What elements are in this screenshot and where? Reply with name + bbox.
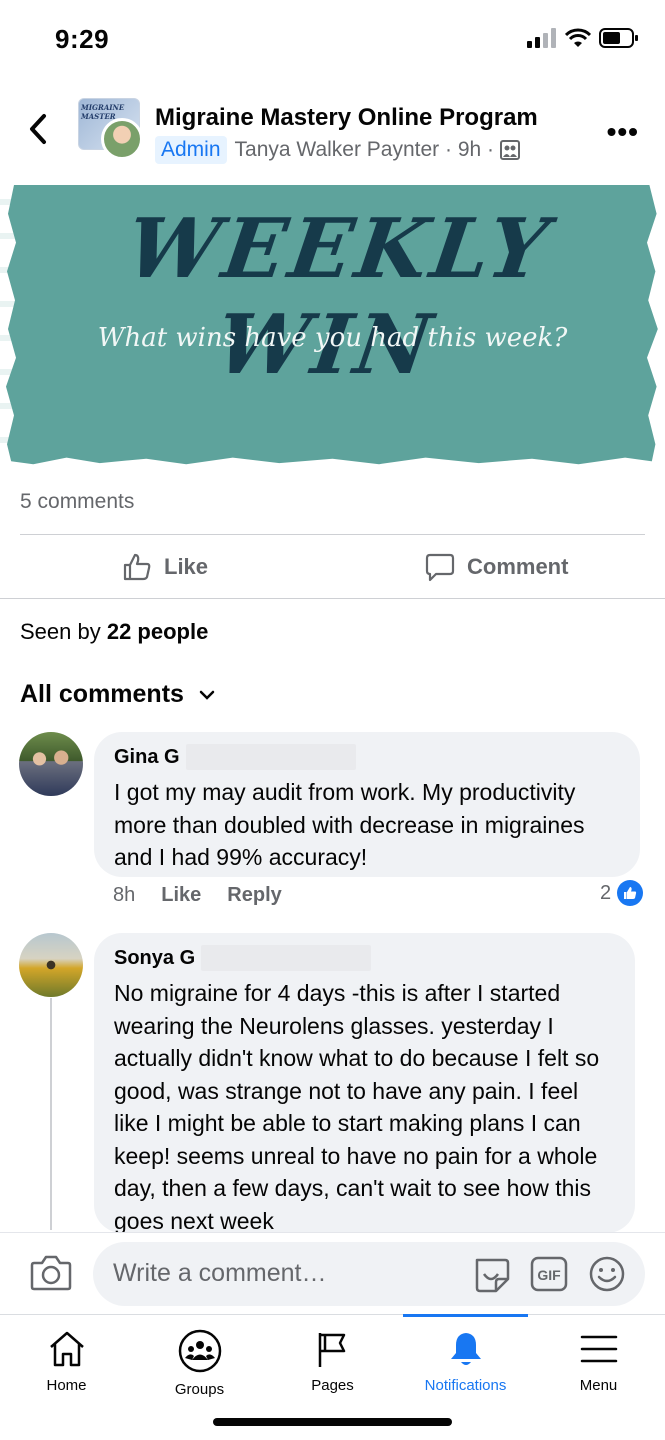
cellular-signal-icon (527, 28, 556, 48)
back-icon[interactable] (26, 112, 50, 146)
thread-line (50, 998, 52, 1230)
home-indicator (213, 1418, 452, 1426)
svg-text:GIF: GIF (537, 1267, 561, 1283)
comment-text: I got my may audit from work. My product… (114, 779, 585, 870)
post-meta: Admin Tanya Walker Paynter · 9h · (155, 136, 520, 164)
tab-label: Home (46, 1377, 87, 1394)
active-tab-indicator (403, 1314, 528, 1317)
tab-label: Notifications (424, 1377, 507, 1394)
comment-bubble[interactable]: Gina G I got my may audit from work. My … (94, 732, 640, 877)
tab-notifications[interactable]: Notifications (399, 1314, 532, 1394)
reaction-count: 2 (600, 881, 612, 904)
redacted-block (185, 744, 356, 770)
home-icon (49, 1331, 84, 1367)
tab-label: Groups (174, 1381, 225, 1398)
emoji-icon[interactable] (587, 1254, 627, 1294)
comment-time: 8h (113, 884, 136, 906)
chevron-down-icon (199, 690, 215, 700)
groups-icon (178, 1329, 221, 1373)
thumbs-up-icon (123, 553, 151, 581)
camera-icon[interactable] (30, 1253, 72, 1293)
comment-bubble-icon (425, 553, 455, 582)
commenter-name[interactable]: Gina G (114, 744, 620, 770)
status-bar: 9:29 (0, 0, 665, 80)
like-button[interactable]: Like (122, 552, 208, 582)
comment-label: Comment (467, 554, 569, 579)
post-actions: Like Comment (0, 536, 665, 598)
banner-subline: What wins have you had this week? (97, 323, 568, 353)
tab-pages[interactable]: Pages (266, 1329, 399, 1394)
comment-reply-button[interactable]: Reply (227, 884, 281, 907)
commenter-avatar[interactable] (19, 732, 83, 796)
group-title[interactable]: Migraine Mastery Online Program (155, 104, 538, 132)
author-avatar[interactable] (101, 118, 143, 160)
post-header: MIGRAINE MASTER Migraine Mastery Online … (0, 90, 665, 180)
like-label: Like (164, 554, 209, 579)
comment-bubble[interactable]: Sonya G No migraine for 4 days -this is … (94, 933, 635, 1234)
comments-filter[interactable]: All comments (20, 680, 216, 709)
comment-button[interactable]: Comment (425, 552, 568, 582)
seen-by[interactable]: Seen by 22 people (20, 619, 208, 645)
divider (0, 598, 665, 599)
comment-reactions[interactable]: 2 (600, 880, 644, 906)
flag-icon (318, 1333, 345, 1367)
comment-input-placeholder: Write a comment… (113, 1259, 327, 1287)
post-image[interactable]: WEEKLY WIN What wins have you had this w… (0, 185, 665, 473)
avatar-sticker-icon[interactable] (471, 1254, 511, 1294)
more-options-icon[interactable]: ••• (607, 116, 639, 148)
comment-text: No migraine for 4 days -this is after I … (114, 980, 600, 1234)
banner-headline: WEEKLY WIN (120, 201, 558, 393)
comments-filter-label: All comments (20, 680, 184, 708)
commenter-avatar[interactable] (19, 933, 83, 997)
redacted-block (201, 945, 372, 971)
tab-label: Menu (579, 1377, 618, 1394)
seen-count: 22 people (106, 619, 209, 644)
comment-meta: 8h Like Reply (113, 884, 282, 907)
meta-separator: · (481, 138, 500, 161)
like-reaction-icon (617, 880, 644, 906)
group-privacy-icon (499, 140, 520, 160)
tab-label: Pages (311, 1377, 354, 1394)
comment-composer: Write a comment… GIF (0, 1232, 665, 1314)
comment-like-button[interactable]: Like (161, 884, 201, 907)
comment-input[interactable]: Write a comment… GIF (93, 1242, 645, 1306)
tab-home[interactable]: Home (0, 1329, 133, 1394)
divider (20, 534, 645, 535)
status-time: 9:29 (55, 24, 110, 54)
post-time: 9h (457, 138, 482, 161)
battery-icon (599, 28, 638, 48)
menu-icon (580, 1335, 617, 1363)
wifi-icon (565, 28, 591, 47)
status-icons (527, 28, 639, 48)
brush-border (0, 457, 665, 473)
tab-groups[interactable]: Groups (133, 1329, 266, 1398)
bell-icon (450, 1333, 481, 1365)
commenter-name[interactable]: Sonya G (114, 945, 615, 971)
tab-menu[interactable]: Menu (532, 1329, 665, 1394)
gif-icon[interactable]: GIF (529, 1254, 569, 1294)
admin-badge: Admin (155, 136, 227, 164)
author-name[interactable]: Tanya Walker Paynter (235, 138, 440, 162)
comment-count[interactable]: 5 comments (20, 490, 134, 514)
meta-separator: · (439, 138, 458, 161)
